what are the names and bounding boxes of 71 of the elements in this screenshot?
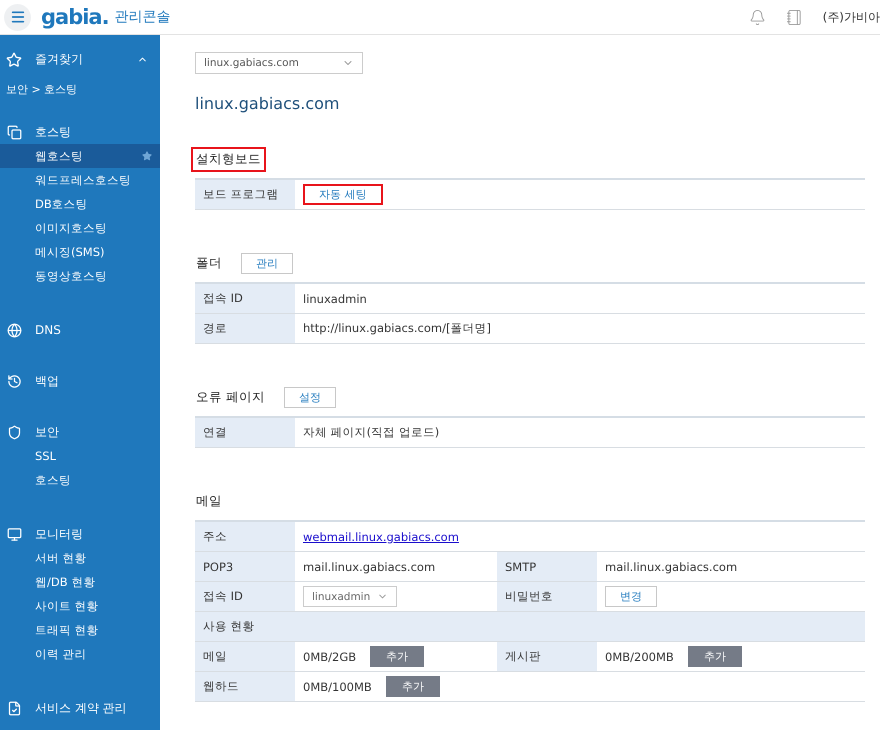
section-button[interactable]: 설정 bbox=[284, 387, 336, 408]
sidebar-item[interactable]: 호스팅 bbox=[0, 468, 160, 492]
sidebar-item[interactable]: 워드프레스호스팅 bbox=[0, 168, 160, 192]
page-title: linux.gabiacs.com bbox=[195, 94, 340, 115]
action-button[interactable]: 자동 세팅 bbox=[303, 184, 382, 205]
sidebar-group[interactable]: 호스팅 bbox=[35, 124, 148, 140]
table-header-cell: 연결 bbox=[195, 418, 295, 448]
table-cell: linuxadmin bbox=[295, 284, 865, 314]
section-title: 설치형보드 bbox=[191, 147, 266, 172]
app-title: 관리콘솔 bbox=[114, 8, 171, 26]
table-cell: http://linux.gabiacs.com/[폴더명] bbox=[295, 314, 865, 344]
table-header-cell: 접속 ID bbox=[195, 284, 295, 314]
history-icon bbox=[6, 374, 22, 388]
sidebar-group[interactable]: DNS bbox=[35, 323, 148, 337]
action-button[interactable]: 변경 bbox=[605, 586, 657, 607]
table-header-cell: 메일 bbox=[195, 642, 295, 672]
table-header-cell: 접속 ID bbox=[195, 582, 295, 612]
menu-icon bbox=[10, 9, 26, 25]
favorites-label[interactable]: 즐겨찾기 bbox=[35, 51, 137, 68]
star-icon[interactable] bbox=[142, 151, 152, 161]
monitor-icon bbox=[6, 526, 22, 542]
table-header-cell: 비밀번호 bbox=[497, 582, 597, 612]
table-cell: 자체 페이지(직접 업로드) bbox=[295, 418, 865, 448]
sidebar-item[interactable]: 웹호스팅 bbox=[0, 144, 160, 168]
logo[interactable]: gabia. bbox=[41, 5, 109, 29]
notebook-icon[interactable] bbox=[786, 8, 803, 26]
usage-text: 0MB/100MB bbox=[303, 680, 372, 694]
table-header-cell: 보드 프로그램 bbox=[195, 180, 295, 210]
section-title: 메일 bbox=[195, 492, 223, 510]
add-button[interactable]: 추가 bbox=[386, 676, 440, 697]
menu-button[interactable] bbox=[4, 4, 31, 30]
sidebar-group[interactable]: 백업 bbox=[35, 372, 148, 390]
table-header-cell: 웹하드 bbox=[195, 672, 295, 702]
sidebar-item[interactable]: 웹/DB 현황 bbox=[0, 570, 160, 594]
table-cell: mail.linux.gabiacs.com bbox=[597, 552, 865, 582]
table-header-cell: SMTP bbox=[497, 552, 597, 582]
shield-icon bbox=[6, 424, 22, 440]
account-name[interactable]: (주)가비아 bbox=[822, 8, 880, 26]
section-title: 오류 페이지 bbox=[195, 388, 266, 406]
add-button[interactable]: 추가 bbox=[688, 646, 742, 667]
sidebar-item[interactable]: SSL bbox=[0, 444, 160, 468]
breadcrumb[interactable]: 보안 > 호스팅 bbox=[6, 82, 160, 97]
table-header-cell: 경로 bbox=[195, 314, 295, 344]
table-header-cell: 주소 bbox=[195, 522, 295, 552]
star-icon bbox=[6, 52, 22, 68]
table-header-cell: POP3 bbox=[195, 552, 295, 582]
sidebar-item[interactable]: 이력 관리 bbox=[0, 642, 160, 666]
webmail-link[interactable]: webmail.linux.gabiacs.com bbox=[303, 530, 459, 544]
add-button[interactable]: 추가 bbox=[370, 646, 424, 667]
sidebar-group[interactable]: 모니터링 bbox=[35, 526, 148, 542]
domain-select[interactable]: linux.gabiacs.com bbox=[195, 52, 363, 74]
sidebar-item[interactable]: 동영상호스팅 bbox=[0, 264, 160, 288]
sidebar-group[interactable]: 보안 bbox=[35, 424, 148, 440]
file-check-icon bbox=[6, 700, 22, 716]
sidebar-item[interactable]: 메시징(SMS) bbox=[0, 240, 160, 264]
globe-icon bbox=[6, 322, 22, 338]
sidebar-item[interactable]: 이미지호스팅 bbox=[0, 216, 160, 240]
copy-icon bbox=[6, 124, 22, 140]
sidebar-item[interactable]: 사이트 현황 bbox=[0, 594, 160, 618]
section-button[interactable]: 관리 bbox=[241, 253, 293, 274]
table-header-cell: 사용 현황 bbox=[195, 612, 865, 642]
bell-icon[interactable] bbox=[748, 8, 766, 26]
sidebar-item[interactable]: 서버 현황 bbox=[0, 546, 160, 570]
usage-text: 0MB/2GB bbox=[303, 650, 356, 664]
sidebar-group[interactable]: 서비스 계약 관리 bbox=[35, 700, 148, 716]
section-title: 폴더 bbox=[195, 254, 223, 272]
id-select[interactable]: linuxadmin bbox=[303, 586, 397, 607]
sidebar-item[interactable]: DB호스팅 bbox=[0, 192, 160, 216]
usage-text: 0MB/200MB bbox=[605, 650, 674, 664]
sidebar-item[interactable]: 트래픽 현황 bbox=[0, 618, 160, 642]
table-header-cell: 게시판 bbox=[497, 642, 597, 672]
